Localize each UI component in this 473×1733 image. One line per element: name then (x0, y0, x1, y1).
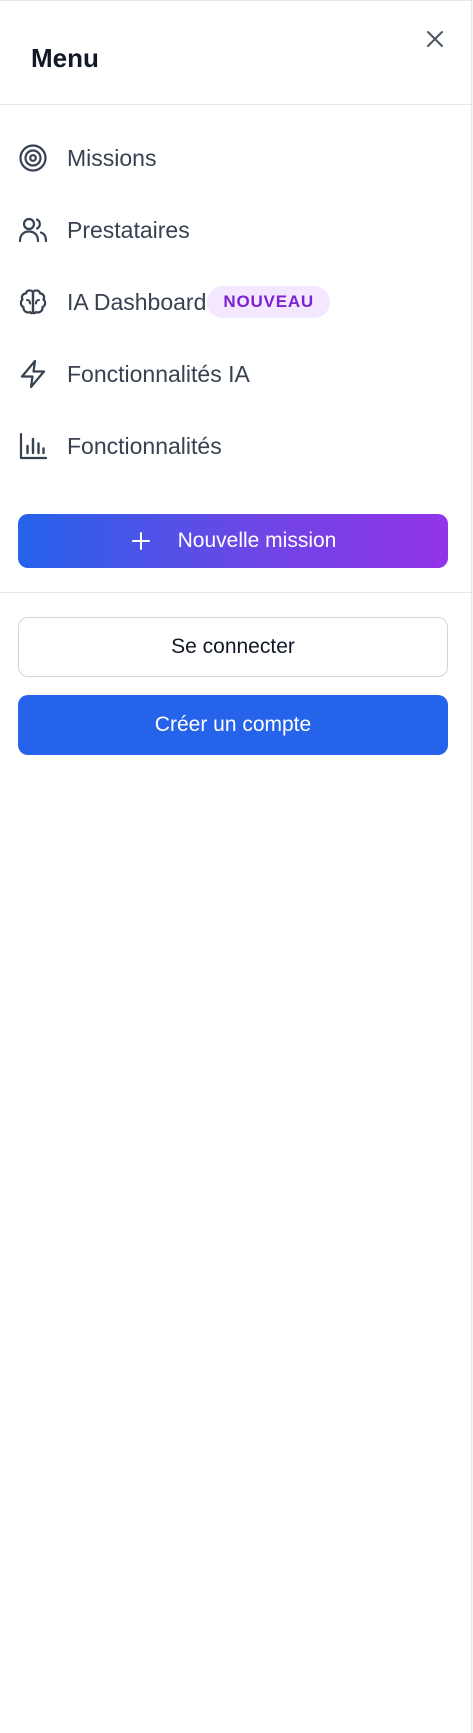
lightning-icon (18, 359, 48, 389)
new-badge: NOUVEAU (207, 286, 330, 318)
bar-chart-icon (18, 431, 48, 461)
brain-icon (18, 287, 48, 317)
close-button[interactable] (418, 24, 452, 58)
close-icon (425, 29, 445, 54)
signup-button[interactable]: Créer un compte (18, 695, 448, 755)
plus-icon (130, 530, 152, 552)
target-icon (18, 143, 48, 173)
users-icon (18, 215, 48, 245)
nav-item-fonctionnalites[interactable]: Fonctionnalités (0, 410, 471, 482)
nav-item-prestataires[interactable]: Prestataires (0, 194, 471, 266)
new-mission-label: Nouvelle mission (177, 529, 337, 552)
nav-item-ia-dashboard[interactable]: IA Dashboard NOUVEAU (0, 266, 471, 338)
menu-header: Menu (0, 1, 471, 105)
menu-title: Menu (31, 43, 99, 73)
login-button[interactable]: Se connecter (18, 617, 448, 677)
nav-item-label: Missions (67, 145, 157, 171)
nav-item-label: Fonctionnalités IA (67, 361, 250, 387)
main-nav: Missions Prestataires IA Dashboard NOUVE… (0, 105, 471, 482)
menu-drawer: Menu Missions Prestataires IA Dashboard … (0, 0, 472, 1733)
section-divider (0, 592, 472, 593)
nav-item-label: Fonctionnalités (67, 433, 222, 459)
nav-item-label: Prestataires (67, 217, 190, 243)
login-label: Se connecter (171, 635, 295, 658)
nav-item-label: IA Dashboard (67, 289, 207, 315)
nav-item-missions[interactable]: Missions (0, 122, 471, 194)
signup-label: Créer un compte (154, 713, 312, 736)
nav-item-fonctionnalites-ia[interactable]: Fonctionnalités IA (0, 338, 471, 410)
new-mission-button[interactable]: Nouvelle mission (18, 514, 448, 568)
